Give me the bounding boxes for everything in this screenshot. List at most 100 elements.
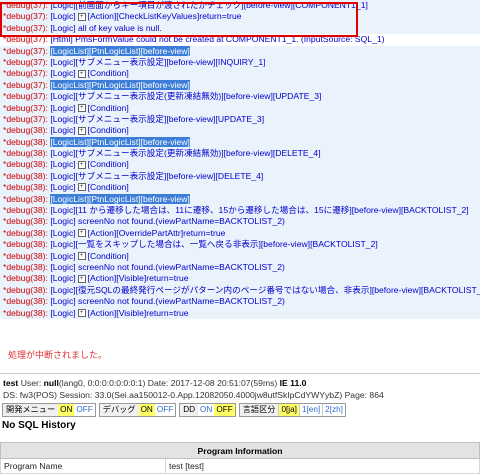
lang-zh[interactable]: 2[zh]: [322, 404, 345, 416]
log-line: *debug(38): [Logic] + [Condition]: [0, 182, 480, 194]
table-row: Program Name test [test]: [0, 458, 480, 474]
log-text: [Logic][サブメニュー表示設定(更新凍結無効)][before-view]…: [50, 91, 322, 102]
log-line: *debug(38): [Logic] + [Condition]: [0, 159, 480, 171]
log-text: [Logic] screenNo not found.(viewPartName…: [50, 261, 285, 272]
expand-icon[interactable]: +: [77, 229, 86, 238]
log-prefix: *debug(38):: [3, 284, 48, 295]
expand-icon[interactable]: +: [77, 160, 86, 169]
log-line: *debug(38): [LogicList][PtnLogicList][be…: [0, 193, 480, 206]
expand-icon[interactable]: +: [77, 251, 86, 260]
log-text: [Condition]: [87, 182, 129, 193]
log-text: [Logic][サブメニュー表示設定][before-view][INQUIRY…: [50, 56, 266, 67]
log-text: [Logic] screenNo not found.(viewPartName…: [50, 296, 285, 307]
log-line: *debug(37): [LogicList][PtnLogicList][be…: [0, 45, 480, 57]
log-prefix: *debug(38):: [3, 148, 48, 159]
session-info: Session: 33.0(Sei.aa150012-0.App.1208205…: [59, 390, 343, 400]
logic-list-tag: [LogicList][PtnLogicList][before-view]: [50, 79, 190, 90]
log-line: *debug(37): [Logic] + [Condition]: [0, 102, 480, 114]
log-line: *debug(38): [Logic] + [Action][Visible]ret…: [0, 273, 480, 285]
debug-label: デバッグ: [99, 404, 139, 416]
user-value: null: [43, 378, 59, 388]
dd-toggle: DD ON OFF: [179, 403, 236, 417]
log-text: [Logic][サブメニュー表示設定][before-view][DELETE_…: [50, 170, 264, 181]
expand-icon[interactable]: +: [77, 126, 86, 135]
log-line: *debug(38): [Logic][一覧をスキップした場合は、一覧へ戻る非表…: [0, 239, 480, 251]
log-text: [Logic]: [50, 11, 76, 22]
status-row-2: DS: fw3(POS) Session: 33.0(Sei.aa150012-…: [3, 390, 384, 400]
log-prefix: *debug(38):: [3, 205, 48, 216]
log-line: *debug(38): [LogicList][PtnLogicList][be…: [0, 136, 480, 149]
expand-icon[interactable]: +: [77, 103, 86, 112]
log-text: [Condition]: [87, 159, 129, 170]
interrupt-message: 処理が中断されました。: [8, 350, 108, 360]
lang-en[interactable]: 1[en]: [298, 404, 323, 416]
debug-on[interactable]: ON: [138, 404, 155, 416]
lang-ja[interactable]: 0[ja]: [278, 404, 299, 416]
log-text: [Condition]: [87, 68, 129, 79]
log-text: [Logic]: [50, 159, 76, 170]
log-line: *debug(38): [Logic] screenNo not found.(…: [0, 261, 480, 274]
log-line: *debug(38): [Logic] + [Condition]: [0, 250, 480, 262]
log-line: *debug(38): [Logic] screenNo not found.(…: [0, 216, 480, 228]
log-text: [Logic]: [50, 250, 76, 261]
log-text: [Logic]: [50, 0, 76, 10]
log-prefix: *debug(37):: [3, 45, 48, 56]
user-label: User:: [20, 378, 42, 388]
log-line: *debug(37): [Logic] all of key value is …: [0, 22, 480, 35]
expand-icon[interactable]: +: [77, 308, 86, 317]
dev-menu-label: 開発メニュー: [3, 404, 59, 416]
log-prefix: *debug(38):: [3, 307, 48, 318]
log-prefix: *debug(37):: [3, 102, 48, 113]
log-prefix: *debug(37):: [3, 113, 48, 124]
expand-icon[interactable]: +: [77, 274, 86, 283]
log-text: [Logic]: [50, 125, 76, 136]
log-prefix: *debug(37):: [3, 68, 48, 79]
log-prefix: *debug(38):: [3, 125, 48, 136]
log-text: [Logic][サブメニュー表示設定(更新凍結無効)][before-view]…: [50, 148, 321, 159]
log-line: *debug(37): [Logic][サブメニュー表示設定][before-v…: [0, 113, 480, 126]
debug-log: *debug(37): [Logic][前画面からキー項目が渡されたかチェック]…: [0, 0, 480, 319]
expand-icon[interactable]: +: [77, 12, 86, 21]
log-line: *debug(38): [Logic][復元SQLの最終発行ページがパターン内の…: [0, 284, 480, 297]
log-prefix: *debug(38):: [3, 296, 48, 307]
log-text: [Html] PmsFormValue could not be created…: [50, 34, 385, 45]
log-text: [Condition]: [87, 102, 129, 113]
log-prefix: *debug(38):: [3, 261, 48, 272]
log-prefix: *debug(38):: [3, 193, 48, 204]
log-text: [Condition]: [87, 125, 129, 136]
log-text: [Action][OverridePartAttr]return=true: [87, 227, 226, 238]
log-prefix: *debug(37):: [3, 56, 48, 67]
log-text: [Logic] screenNo not found.(viewPartName…: [50, 216, 285, 227]
expand-icon[interactable]: +: [77, 69, 86, 78]
log-prefix: *debug(38):: [3, 273, 48, 284]
app-name: test: [3, 378, 19, 388]
log-prefix: *debug(37):: [3, 79, 48, 90]
log-text: [Logic]: [50, 307, 76, 318]
log-line: *debug(37): [LogicList][PtnLogicList][be…: [0, 79, 480, 92]
log-text: [Action][CheckListKeyValues]return=true: [87, 11, 242, 22]
program-name-value: test [test]: [165, 458, 480, 474]
expand-icon[interactable]: +: [77, 183, 86, 192]
program-name-label: Program Name: [0, 458, 166, 474]
log-text: [Action][Visible]return=true: [87, 273, 189, 284]
status-panel: test User: null(lang0, 0:0:0:0:0:0:0:1) …: [0, 373, 480, 474]
log-line: *debug(37): [Logic][サブメニュー表示設定(更新凍結無効)][…: [0, 91, 480, 103]
debug-off[interactable]: OFF: [154, 404, 176, 416]
program-info-header-row: Program Information: [0, 442, 480, 459]
log-text: [Logic][サブメニュー表示設定][before-view][UPDATE_…: [50, 113, 265, 124]
log-line: *debug(38): [Logic] + [Action][OverridePar…: [0, 227, 480, 240]
dev-menu-off[interactable]: OFF: [74, 404, 95, 416]
dd-off[interactable]: OFF: [214, 404, 235, 416]
log-text: [Logic] all of key value is null.: [50, 22, 162, 33]
log-text: [Condition]: [87, 250, 129, 261]
dd-on[interactable]: ON: [198, 404, 215, 416]
log-prefix: *debug(38):: [3, 239, 48, 250]
status-row-1: test User: null(lang0, 0:0:0:0:0:0:0:1) …: [3, 378, 306, 388]
program-info-table: Program Information Program Name test [t…: [0, 442, 480, 474]
date-label: Date:: [147, 378, 169, 388]
dev-menu-on[interactable]: ON: [58, 404, 75, 416]
language-selector: 言語区分 0[ja] 1[en] 2[zh]: [238, 403, 346, 417]
log-line: *debug(37): [Logic] + [Action][CheckListKe…: [0, 11, 480, 23]
log-prefix: *debug(38):: [3, 170, 48, 181]
log-prefix: *debug(37):: [3, 0, 48, 10]
